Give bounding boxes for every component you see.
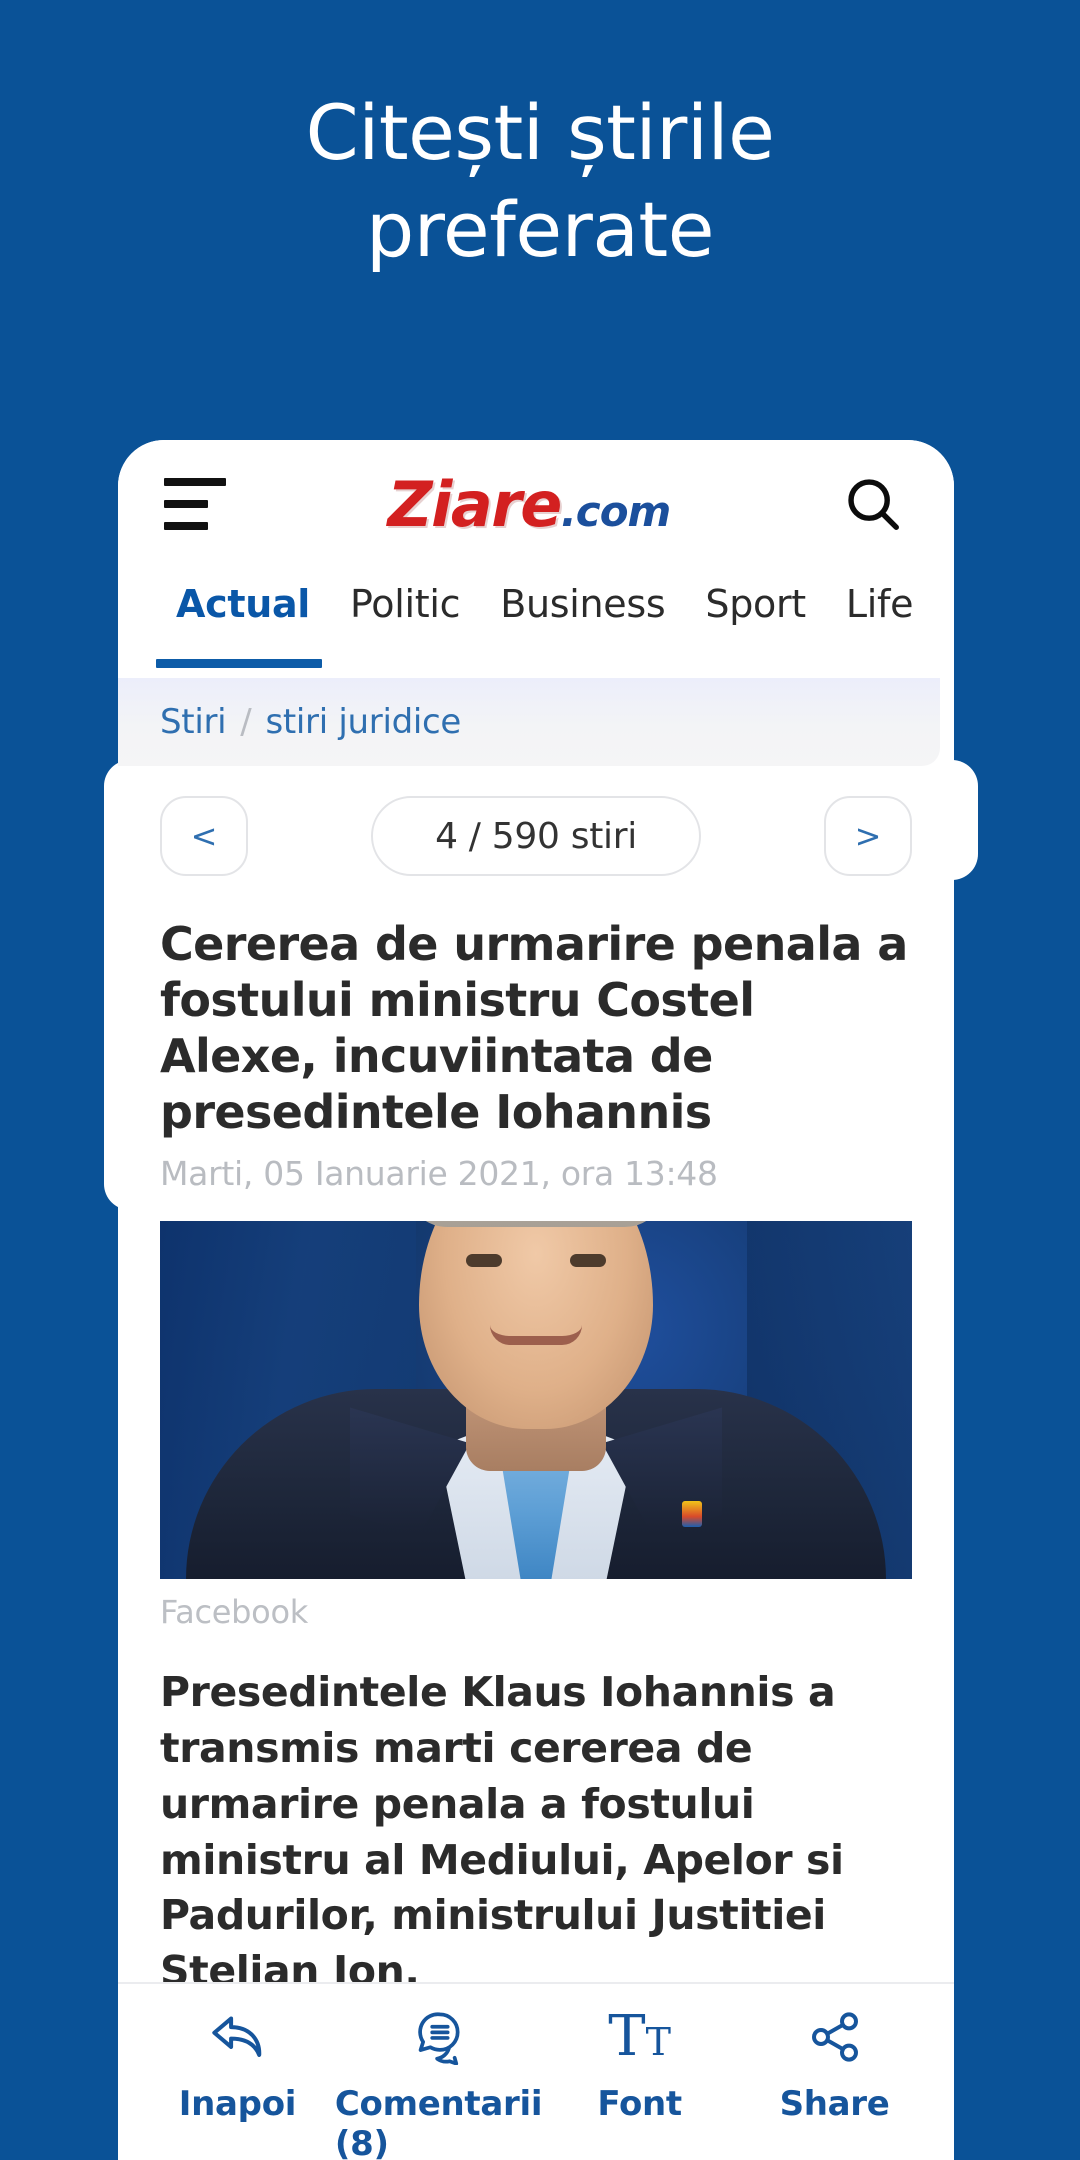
tab-business-label: Business [500, 582, 666, 626]
reply-arrow-icon [208, 2006, 266, 2068]
article-body: Cererea de urmarire penala a fostului mi… [118, 886, 954, 2000]
site-logo[interactable]: Ziare.com [220, 468, 838, 541]
article-lede: Presedintele Klaus Iohannis a transmis m… [160, 1668, 844, 1996]
font-button-label: Font [597, 2084, 682, 2124]
article-toolbar: Inapoi Comentarii (8) TT Font Share [118, 1982, 954, 2160]
category-tabs: Actual Politic Business Sport Life [118, 568, 954, 678]
hamburger-line-2 [164, 500, 208, 508]
comments-button-label: Comentarii (8) [334, 2084, 543, 2160]
hamburger-line-3 [164, 522, 208, 530]
font-size-glyphs: TT [608, 2004, 671, 2069]
tab-life[interactable]: Life [826, 568, 933, 626]
breadcrumb: Stiri / stiri juridice [118, 678, 940, 766]
tab-politic-label: Politic [350, 582, 461, 626]
photo-flag-pin [682, 1501, 702, 1528]
prev-article-button[interactable]: < [160, 796, 248, 876]
tab-politic[interactable]: Politic [330, 568, 480, 626]
share-nodes-icon [806, 2006, 864, 2068]
photo-eye-right [570, 1254, 606, 1268]
share-button-label: Share [779, 2084, 890, 2124]
app-header: Ziare.com [118, 440, 954, 568]
photo-mouth [490, 1325, 582, 1346]
tab-sport-label: Sport [705, 582, 806, 626]
article-pager: < 4 / 590 stiri > [118, 766, 954, 886]
tab-life-label: Life [845, 582, 914, 626]
article-title: Cererea de urmarire penala a fostului mi… [160, 917, 908, 1140]
comments-button[interactable]: Comentarii (8) [335, 1984, 542, 2160]
photo-hair [413, 1221, 659, 1228]
next-article-button[interactable]: > [824, 796, 912, 876]
article-date: Marti, 05 Ianuarie 2021, ora 13:48 [160, 1154, 718, 1194]
hamburger-menu-icon[interactable] [164, 478, 226, 530]
tab-sport[interactable]: Sport [685, 568, 826, 626]
article-photo [160, 1221, 912, 1580]
back-button-label: Inapoi [178, 2084, 297, 2124]
breadcrumb-current[interactable]: stiri juridice [265, 702, 461, 742]
tab-actual-label: Actual [176, 582, 311, 626]
logo-text-main: Ziare [387, 467, 563, 541]
photo-eye-left [466, 1254, 502, 1268]
tab-business[interactable]: Business [480, 568, 685, 626]
comments-bubble-icon [411, 2006, 467, 2068]
hamburger-line-1 [164, 478, 226, 486]
breadcrumb-root[interactable]: Stiri [160, 702, 227, 742]
tab-actual[interactable]: Actual [156, 568, 330, 668]
back-button[interactable]: Inapoi [140, 1984, 335, 2124]
phone-mockup: Ziare.com Actual Politic Business Sport … [118, 440, 954, 2160]
font-size-icon: TT [608, 2006, 671, 2068]
breadcrumb-separator: / [240, 702, 252, 742]
font-button[interactable]: TT Font [542, 1984, 737, 2125]
search-icon[interactable] [838, 469, 908, 539]
photo-credit: Facebook [160, 1593, 308, 1632]
share-button[interactable]: Share [737, 1984, 932, 2124]
promo-headline: Citești știrile preferate [305, 88, 775, 275]
article-counter[interactable]: 4 / 590 stiri [371, 796, 701, 876]
logo-text-domain: .com [560, 486, 671, 536]
